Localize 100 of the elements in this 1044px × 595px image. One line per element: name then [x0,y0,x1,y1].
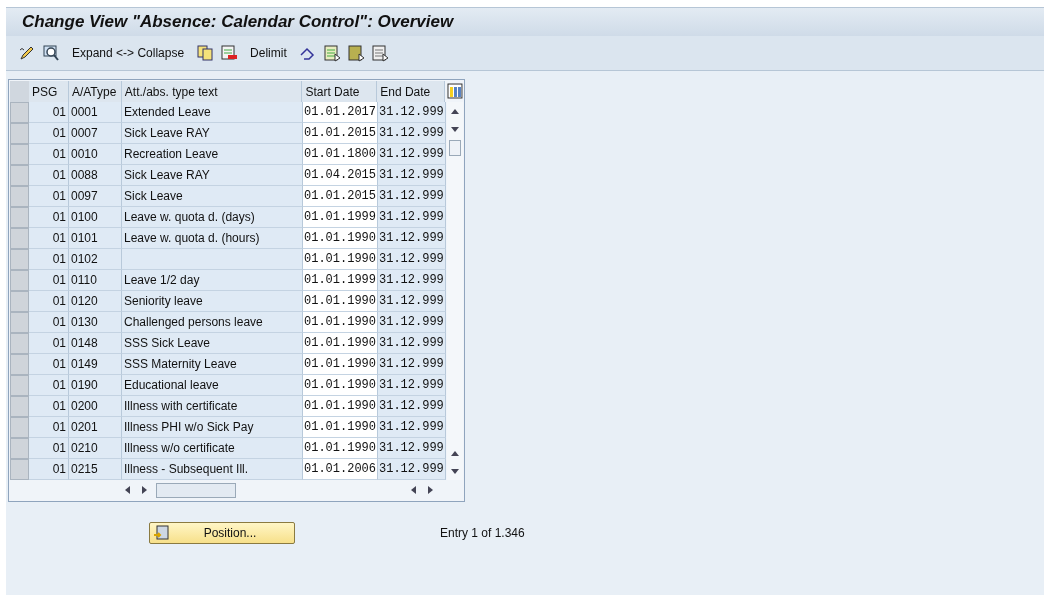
row-selector[interactable] [10,207,29,228]
column-header[interactable]: A/AType [68,81,122,102]
scroll-up-icon[interactable] [451,108,459,114]
table-cell: 01 [29,228,69,249]
list-icon[interactable] [346,44,365,62]
table-cell: 0190 [69,375,122,396]
delete-row-icon[interactable] [220,44,239,62]
input-field[interactable]: 01.01.2017 [303,102,378,123]
scrollbar-thumb[interactable] [156,482,236,498]
table-cell: 01 [29,417,69,438]
input-field[interactable]: 01.01.2006 [303,459,378,480]
table-cell: Illness PHI w/o Sick Pay [122,417,303,438]
table-cell: 01 [29,165,69,186]
expand-collapse-button[interactable]: Expand <-> Collapse [66,46,191,60]
input-field[interactable]: 01.01.1990 [303,375,378,396]
table-cell: Illness w/o certificate [122,438,303,459]
input-field[interactable]: 01.01.1990 [303,333,378,354]
input-field[interactable]: 01.01.1800 [303,144,378,165]
table-cell: 01 [29,144,69,165]
table-cell: 31.12.999 [378,165,446,186]
row-selector[interactable] [10,123,29,144]
table-cell: 01 [29,396,69,417]
scroll-left-icon[interactable] [411,486,416,494]
table-cell: 0148 [69,333,122,354]
table-cell: 0102 [69,249,122,270]
column-header[interactable]: PSG [29,81,69,102]
table-cell: SSS Sick Leave [122,333,303,354]
row-selector[interactable] [10,144,29,165]
row-selector[interactable] [10,228,29,249]
pencil-icon[interactable] [18,44,36,62]
table-cell: 0007 [69,123,122,144]
table-cell: 01 [29,459,69,480]
input-field[interactable]: 01.01.1990 [303,417,378,438]
row-selector[interactable] [10,375,29,396]
row-selector[interactable] [10,270,29,291]
table-cell: 31.12.999 [378,123,446,144]
row-selector[interactable] [10,333,29,354]
row-selector[interactable] [10,165,29,186]
input-field[interactable]: 01.01.1990 [303,249,378,270]
scroll-left-icon[interactable] [125,486,130,494]
table-cell: Educational leave [122,375,303,396]
input-field[interactable]: 01.01.1990 [303,438,378,459]
input-field[interactable]: 01.01.1999 [303,207,378,228]
row-selector[interactable] [10,459,29,480]
table-cell: 0001 [69,102,122,123]
row-selector[interactable] [10,102,29,123]
input-field[interactable]: 01.01.1990 [303,312,378,333]
scroll-right-icon[interactable] [428,486,433,494]
scrollbar-thumb[interactable] [449,140,461,156]
list-icon[interactable] [322,44,341,62]
input-field[interactable]: 01.01.1990 [303,354,378,375]
table-cell: 31.12.999 [378,144,446,165]
scroll-down-icon[interactable] [451,126,459,132]
table-cell: 0120 [69,291,122,312]
table-cell: Challenged persons leave [122,312,303,333]
row-selector[interactable] [10,186,29,207]
table-cell: 01 [29,270,69,291]
input-field[interactable]: 01.01.2015 [303,123,378,144]
column-header[interactable]: Start Date [302,81,378,102]
delimit-button[interactable]: Delimit [244,46,293,60]
table-cell: Seniority leave [122,291,303,312]
table-cell: 31.12.999 [378,102,446,123]
row-selector[interactable] [10,249,29,270]
row-selector[interactable] [10,438,29,459]
table-cell: 31.12.999 [378,333,446,354]
column-header[interactable]: End Date [377,81,446,102]
scroll-right-icon[interactable] [142,486,147,494]
scroll-up-icon[interactable] [451,450,459,456]
table-cell: 31.12.999 [378,291,446,312]
row-selector[interactable] [10,417,29,438]
input-field[interactable]: 01.01.1990 [303,291,378,312]
input-field[interactable]: 01.01.2015 [303,186,378,207]
column-header[interactable]: Att./abs. type text [121,81,303,102]
column-settings-icon[interactable] [447,83,463,99]
table-cell: Leave w. quota d. (days) [122,207,303,228]
table-cell: 0130 [69,312,122,333]
table-cell: 0200 [69,396,122,417]
list-icon[interactable] [370,44,389,62]
row-selector[interactable] [10,312,29,333]
table-cell: 01 [29,375,69,396]
scroll-down-icon[interactable] [451,468,459,474]
row-selector[interactable] [10,354,29,375]
table-cell: 31.12.999 [378,417,446,438]
table-cell: 31.12.999 [378,207,446,228]
magnifier-icon[interactable] [42,44,60,62]
input-field[interactable]: 01.01.1990 [303,228,378,249]
input-field[interactable]: 01.01.1999 [303,270,378,291]
table-cell: 31.12.999 [378,354,446,375]
table-cell: SSS Maternity Leave [122,354,303,375]
table-cell: 0101 [69,228,122,249]
row-selector[interactable] [10,291,29,312]
position-button[interactable]: Position... [149,522,295,544]
table-cell: Extended Leave [122,102,303,123]
row-selector[interactable] [10,396,29,417]
input-field[interactable]: 01.04.2015 [303,165,378,186]
input-field[interactable]: 01.01.1990 [303,396,378,417]
table-cell: 01 [29,312,69,333]
table-cell: Sick Leave RAY [122,123,303,144]
table-cell: 01 [29,249,69,270]
copy-icon[interactable] [196,44,215,62]
